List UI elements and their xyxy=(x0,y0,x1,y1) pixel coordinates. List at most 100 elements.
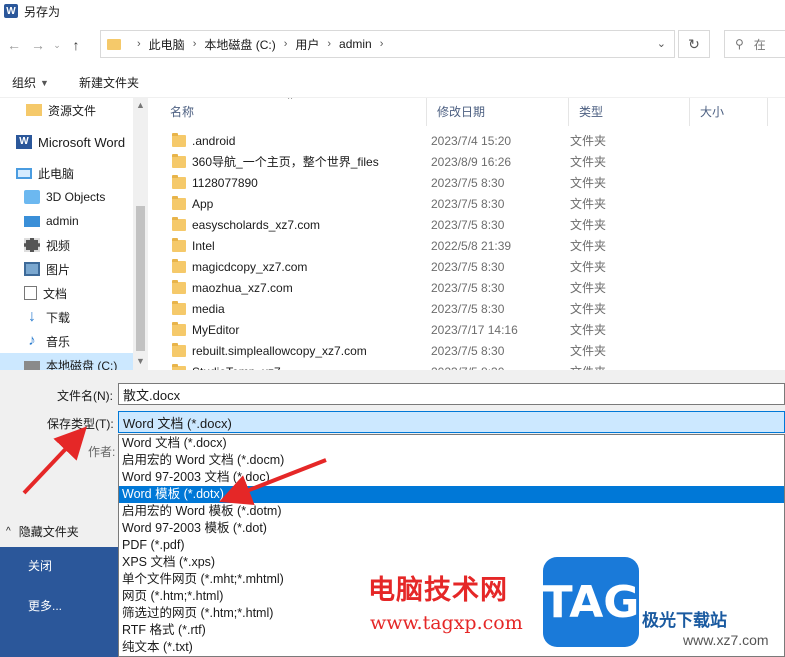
file-date: 2023/7/17 14:16 xyxy=(431,322,518,337)
file-name-cell: 1128077890 xyxy=(160,174,420,190)
breadcrumb-item[interactable]: 用户 xyxy=(295,36,319,53)
filetype-option[interactable]: Word 97-2003 模板 (*.dot) xyxy=(119,520,784,537)
chevron-right-icon: › xyxy=(283,38,288,50)
folder-icon xyxy=(172,216,186,231)
sidebar-item-3d-objects[interactable]: 3D Objects xyxy=(0,185,148,209)
sidebar-item-videos[interactable]: 视频 xyxy=(0,233,148,257)
file-name: rebuilt.simpleallowcopy_xz7.com xyxy=(192,343,367,358)
file-name-cell: 360导航_一个主页，整个世界_files xyxy=(160,153,420,170)
file-type: 文件夹 xyxy=(570,134,607,148)
breadcrumb-item[interactable]: admin xyxy=(339,37,372,51)
file-date: 2022/5/8 21:39 xyxy=(431,238,512,253)
word-app-icon: W xyxy=(4,4,18,18)
filetype-option[interactable]: 启用宏的 Word 文档 (*.docm) xyxy=(119,452,784,469)
chevron-right-icon: › xyxy=(192,38,197,50)
sidebar-item-label: admin xyxy=(46,214,79,228)
more-menu-item[interactable]: 更多... xyxy=(28,597,62,614)
scrollbar-thumb[interactable] xyxy=(136,206,145,351)
file-row[interactable]: easyscholards_xz7.com 2023/7/5 8:30 文件夹 xyxy=(160,214,785,235)
close-menu-item[interactable]: 关闭 xyxy=(28,557,52,574)
sidebar-item-label: 视频 xyxy=(46,238,71,253)
sidebar-item-downloads[interactable]: ↓ 下载 xyxy=(0,305,148,329)
file-type: 文件夹 xyxy=(564,363,684,370)
file-name: easyscholards_xz7.com xyxy=(192,217,321,232)
filename-input[interactable]: 散文.docx xyxy=(118,383,785,405)
file-date: 2023/7/5 8:30 xyxy=(431,301,505,316)
recent-chevron-down-icon[interactable]: ⌄ xyxy=(50,33,64,57)
sidebar-item-label: 文档 xyxy=(43,286,68,301)
file-name: magicdcopy_xz7.com xyxy=(192,259,308,274)
watermark-site-url: www.xz7.com xyxy=(683,632,769,648)
folder-icon xyxy=(172,132,186,147)
sidebar-item-pictures[interactable]: 图片 xyxy=(0,257,148,281)
folder-icon xyxy=(172,195,186,210)
breadcrumb-item[interactable]: 本地磁盘 (C:) xyxy=(204,36,275,53)
file-type: 文件夹 xyxy=(570,239,607,253)
back-arrow-icon[interactable]: ← xyxy=(2,33,26,57)
file-row[interactable]: media 2023/7/5 8:30 文件夹 xyxy=(160,298,785,319)
file-type: 文件夹 xyxy=(570,155,607,169)
file-name: 360导航_一个主页，整个世界_files xyxy=(192,155,379,169)
file-row[interactable]: .android 2023/7/4 15:20 文件夹 xyxy=(160,130,785,151)
sidebar-item-this-pc[interactable]: 此电脑 xyxy=(0,161,148,185)
refresh-icon[interactable]: ↻ xyxy=(678,30,710,58)
file-row[interactable]: magicdcopy_xz7.com 2023/7/5 8:30 文件夹 xyxy=(160,256,785,277)
cube-icon xyxy=(24,190,40,204)
file-row[interactable]: Intel 2022/5/8 21:39 文件夹 xyxy=(160,235,785,256)
file-name: MyEditor xyxy=(192,322,240,337)
sidebar-item-resources[interactable]: 资源文件 xyxy=(0,98,148,122)
sort-ascending-icon: ^ xyxy=(288,98,293,104)
column-header-date[interactable]: 修改日期 xyxy=(427,98,569,126)
sidebar-item-label: 本地磁盘 (C:) xyxy=(46,358,118,371)
breadcrumb-item[interactable]: 此电脑 xyxy=(149,36,185,53)
forward-arrow-icon[interactable]: → xyxy=(26,33,50,57)
folder-icon xyxy=(172,237,186,252)
address-bar[interactable]: › 此电脑 › 本地磁盘 (C:) › 用户 › admin › ⌄ xyxy=(100,30,675,58)
up-arrow-icon[interactable]: ↑ xyxy=(64,33,88,57)
file-row[interactable]: rebuilt.simpleallowcopy_xz7.com 2023/7/5 … xyxy=(160,340,785,361)
file-row[interactable]: StudioTemp_xz72023/7/5 8:30文件夹 xyxy=(160,361,785,370)
file-name: media xyxy=(192,301,225,316)
chevron-right-icon: › xyxy=(137,38,141,50)
organize-button[interactable]: 组织 ▼ xyxy=(0,74,61,91)
column-header-type[interactable]: 类型 xyxy=(569,98,690,126)
filetype-option[interactable]: Word 97-2003 文档 (*.doc) xyxy=(119,469,784,486)
sidebar-item-music[interactable]: ♪ 音乐 xyxy=(0,329,148,353)
sidebar-item-microsoft-word[interactable]: W Microsoft Word xyxy=(0,130,148,154)
chevron-down-icon[interactable]: ⌄ xyxy=(657,37,666,50)
file-name-cell: rebuilt.simpleallowcopy_xz7.com xyxy=(160,342,420,358)
filetype-option[interactable]: Word 模板 (*.dotx) xyxy=(119,486,784,503)
filetype-select[interactable]: Word 文档 (*.docx) xyxy=(118,411,785,433)
chevron-up-icon: ^ xyxy=(6,526,11,537)
scroll-up-icon[interactable]: ▲ xyxy=(136,100,145,110)
sidebar-item-admin[interactable]: admin xyxy=(0,209,148,233)
hide-folders-button[interactable]: ^ 隐藏文件夹 xyxy=(6,523,79,540)
column-header-size[interactable]: 大小 xyxy=(690,98,768,126)
file-name-cell: easyscholards_xz7.com xyxy=(160,216,420,232)
file-type: 文件夹 xyxy=(570,281,607,295)
file-row[interactable]: MyEditor 2023/7/17 14:16 文件夹 xyxy=(160,319,785,340)
file-date: 2023/7/4 15:20 xyxy=(431,133,512,148)
file-name-cell: maozhua_xz7.com xyxy=(160,279,420,295)
filename-label: 文件名(N): xyxy=(57,389,113,403)
column-header-name[interactable]: 名称 xyxy=(160,98,427,126)
file-row[interactable]: 360导航_一个主页，整个世界_files 2023/8/9 16:26 文件夹 xyxy=(160,151,785,172)
sidebar-item-local-disk[interactable]: 本地磁盘 (C:) xyxy=(0,353,148,370)
file-date: 2023/8/9 16:26 xyxy=(431,154,512,169)
sidebar-item-documents[interactable]: 文档 xyxy=(0,281,148,305)
file-row[interactable]: 1128077890 2023/7/5 8:30 文件夹 xyxy=(160,172,785,193)
scroll-down-icon[interactable]: ▼ xyxy=(136,356,145,366)
new-folder-button[interactable]: 新建文件夹 xyxy=(67,74,151,91)
document-icon xyxy=(24,286,37,300)
watermark-url: www.tagxp.com xyxy=(370,612,523,634)
search-placeholder: 在 xyxy=(753,37,766,52)
file-row[interactable]: App 2023/7/5 8:30 文件夹 xyxy=(160,193,785,214)
navigation-bar: ← → ⌄ ↑ › 此电脑 › 本地磁盘 (C:) › 用户 › admin ›… xyxy=(0,28,785,62)
file-row[interactable]: maozhua_xz7.com 2023/7/5 8:30 文件夹 xyxy=(160,277,785,298)
search-input[interactable]: ⚲ 在 xyxy=(724,30,785,58)
filetype-option[interactable]: 启用宏的 Word 模板 (*.dotm) xyxy=(119,503,784,520)
title-bar: W 另存为 xyxy=(0,0,785,22)
sidebar-scrollbar[interactable]: ▲ ▼ xyxy=(133,98,148,370)
filetype-option[interactable]: PDF (*.pdf) xyxy=(119,537,784,554)
filetype-option[interactable]: Word 文档 (*.docx) xyxy=(119,435,784,452)
